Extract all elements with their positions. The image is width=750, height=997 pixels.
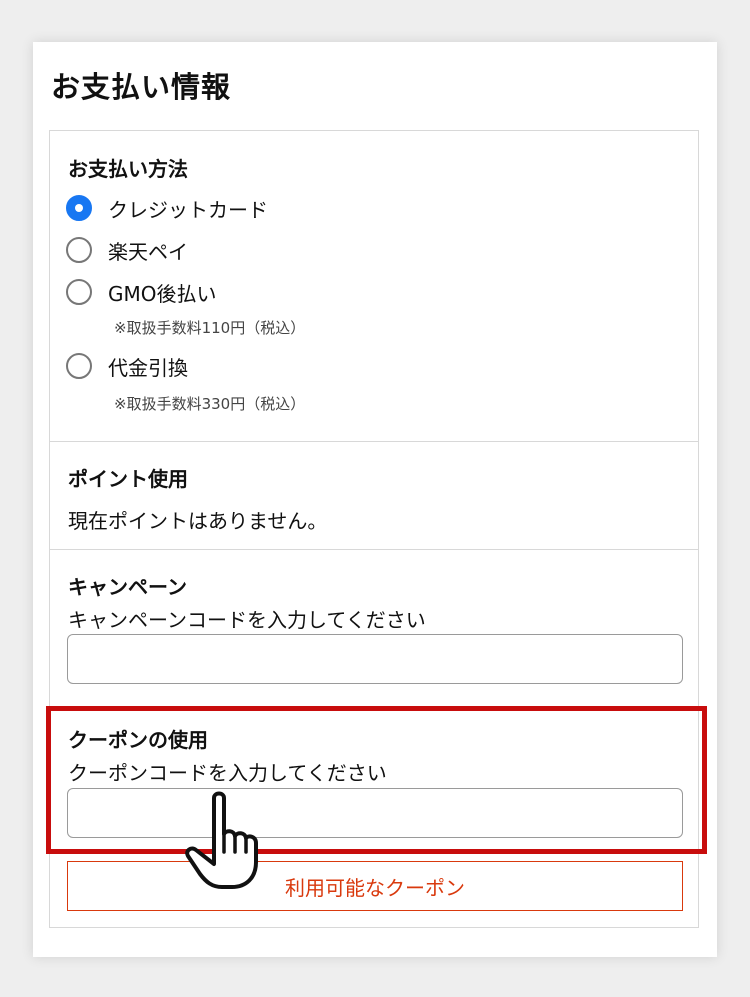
coupon-code-input[interactable] — [67, 788, 683, 838]
payment-form-box: お支払い方法 クレジットカード 楽天ペイ GMO後払い ※取扱手数料110円（税… — [49, 130, 699, 928]
page-title: お支払い情報 — [51, 70, 232, 104]
payment-method-title: お支払い方法 — [68, 157, 188, 181]
points-title: ポイント使用 — [68, 467, 188, 491]
coupon-instruction: クーポンコードを入力してください — [68, 761, 387, 785]
radio-button[interactable] — [66, 279, 92, 305]
radio-button[interactable] — [66, 353, 92, 379]
payment-option-label: GMO後払い — [108, 281, 217, 306]
campaign-title: キャンペーン — [68, 575, 187, 599]
radio-button-selected[interactable] — [66, 195, 92, 221]
campaign-code-input[interactable] — [67, 634, 683, 684]
radio-button[interactable] — [66, 237, 92, 263]
payment-option-label: クレジットカード — [108, 197, 268, 222]
campaign-section: キャンペーン キャンペーンコードを入力してください — [50, 549, 698, 689]
campaign-instruction: キャンペーンコードを入力してください — [68, 608, 426, 632]
available-coupons-button[interactable]: 利用可能なクーポン — [67, 861, 683, 911]
payment-option-gmo-postpay[interactable]: GMO後払い — [66, 277, 217, 307]
payment-option-credit-card[interactable]: クレジットカード — [66, 193, 268, 223]
points-message: 現在ポイントはありません。 — [68, 509, 328, 533]
payment-option-label: 代金引換 — [108, 355, 188, 380]
payment-method-section: お支払い方法 クレジットカード 楽天ペイ GMO後払い ※取扱手数料110円（税… — [50, 131, 698, 441]
payment-info-card: お支払い情報 お支払い方法 クレジットカード 楽天ペイ GMO後払い ※取扱手数… — [33, 42, 717, 957]
payment-option-label: 楽天ペイ — [108, 239, 188, 264]
coupon-title: クーポンの使用 — [68, 728, 208, 752]
gmo-fee-note: ※取扱手数料110円（税込） — [114, 319, 306, 337]
points-section: ポイント使用 現在ポイントはありません。 — [50, 441, 698, 549]
payment-option-rakuten-pay[interactable]: 楽天ペイ — [66, 235, 188, 265]
cod-fee-note: ※取扱手数料330円（税込） — [114, 395, 306, 413]
payment-option-cash-on-delivery[interactable]: 代金引換 — [66, 351, 188, 381]
